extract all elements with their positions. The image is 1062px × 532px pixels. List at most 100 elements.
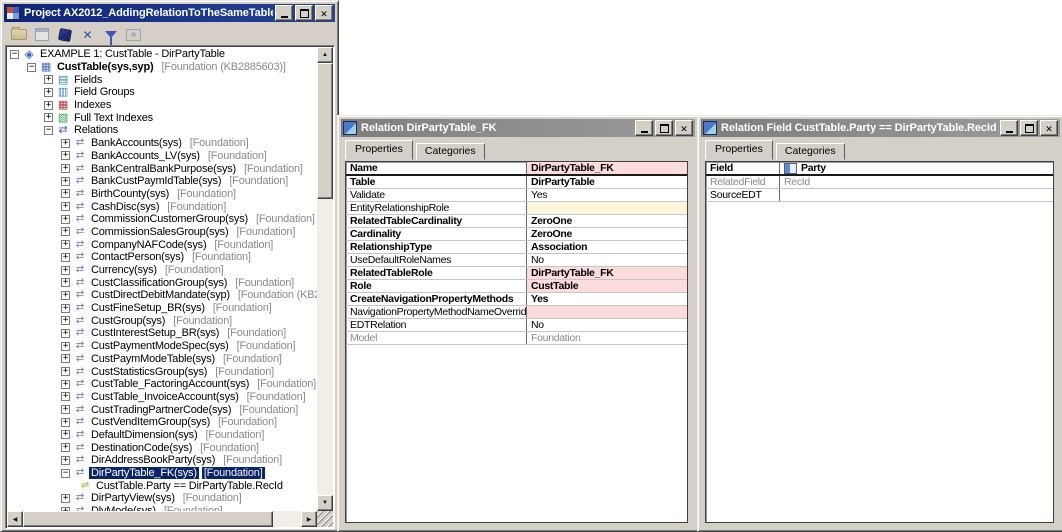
tree-item-label[interactable]: Fields [72,74,104,86]
tree-item[interactable]: +⇄DirPartyView(sys)[Foundation] [8,492,317,505]
tree-item-label[interactable]: CustTable.Party == DirPartyTable.RecId [94,480,285,492]
tree-item[interactable]: +▤Fields [8,73,317,86]
expand-toggle[interactable]: + [61,367,70,376]
resize-grip[interactable] [317,511,333,527]
property-value[interactable]: Yes [527,293,687,305]
tree-item-label[interactable]: BankCustPaymIdTable(sys) [89,175,223,187]
property-value[interactable] [527,306,687,318]
tree-item-label[interactable]: CustInterestSetup_BR(sys) [89,327,221,339]
tree-item-label[interactable]: Relations [72,124,120,136]
tree-item-label[interactable]: CashDisc(sys) [89,201,161,213]
tree-item[interactable]: +⇄CustDirectDebitMandate(syp)[Foundation… [8,289,317,302]
tree-item-label[interactable]: CustStatisticsGroup(sys) [89,366,209,378]
tree-item[interactable]: +▧Full Text Indexes [8,111,317,124]
expand-toggle[interactable]: − [44,126,53,135]
tree-item-label[interactable]: CustPaymentModeSpec(sys) [89,340,231,352]
expand-toggle[interactable]: + [61,151,70,160]
tree-item-label[interactable]: Currency(sys) [89,264,159,276]
tree-item[interactable]: +⇄BankAccounts_LV(sys)[Foundation] [8,150,317,163]
tab-categories[interactable]: Categories [416,143,485,160]
tree-item[interactable]: +⇄CustClassificationGroup(sys)[Foundatio… [8,276,317,289]
vertical-scrollbar[interactable]: ▲ ▼ [317,47,333,511]
expand-toggle[interactable]: + [44,113,53,122]
property-value[interactable] [780,189,1053,201]
expand-toggle[interactable]: + [61,329,70,338]
tree-item-label[interactable]: CustDirectDebitMandate(syp) [89,289,232,301]
image-button[interactable] [123,25,144,44]
expand-toggle[interactable]: + [61,227,70,236]
expand-toggle[interactable]: + [44,88,53,97]
expand-toggle[interactable]: + [61,304,70,313]
expand-toggle[interactable]: + [61,202,70,211]
tree-item-label[interactable]: BankAccounts(sys) [89,137,184,149]
expand-toggle[interactable]: + [61,443,70,452]
tree-item-label[interactable]: CustTradingPartnerCode(sys) [89,404,233,416]
tree-item-label[interactable]: CustVendItemGroup(sys) [89,416,212,428]
new-window-button[interactable] [31,25,52,44]
tree-item-label[interactable]: DefaultDimension(sys) [89,429,199,441]
tree-item-label[interactable]: BirthCounty(sys) [89,188,171,200]
expand-toggle[interactable]: + [44,101,53,110]
tree-item-label[interactable]: Indexes [72,99,113,111]
expand-toggle[interactable]: + [61,291,70,300]
tree-item[interactable]: +⇄CustStatisticsGroup(sys)[Foundation] [8,365,317,378]
scroll-left-button[interactable]: ◀ [7,511,23,527]
expand-toggle[interactable]: + [61,164,70,173]
tree-item[interactable]: −⇄Relations [8,124,317,137]
close-button[interactable]: ✕ [315,5,333,21]
close-button[interactable]: ✕ [675,120,693,136]
tree-item[interactable]: +⇄CustPaymModeTable(sys)[Foundation] [8,353,317,366]
expand-toggle[interactable]: + [61,456,70,465]
tree-item[interactable]: +⇄CustVendItemGroup(sys)[Foundation] [8,416,317,429]
scroll-down-button[interactable]: ▼ [317,495,333,511]
property-value[interactable]: ZeroOne [527,215,687,227]
expand-toggle[interactable]: + [61,240,70,249]
minimize-button[interactable] [275,5,293,21]
close-button[interactable]: ✕ [1040,120,1058,136]
expand-toggle[interactable]: − [27,63,36,72]
tab-properties[interactable]: Properties [705,140,773,160]
expand-toggle[interactable]: + [44,75,53,84]
tab-categories[interactable]: Categories [776,143,845,160]
scroll-up-button[interactable]: ▲ [317,47,333,63]
vertical-scroll-thumb[interactable] [317,63,333,199]
expand-toggle[interactable]: + [61,278,70,287]
expand-toggle[interactable]: + [61,177,70,186]
horizontal-scrollbar[interactable]: ◀ ▶ [7,511,317,527]
tree-item[interactable]: +⇄BankCustPaymIdTable(sys)[Foundation] [8,175,317,188]
property-value[interactable]: RecId [780,176,1053,188]
tree-item-label[interactable]: CustTable_FactoringAccount(sys) [89,378,251,390]
tree-item[interactable]: +⇄BankAccounts(sys)[Foundation] [8,137,317,150]
expand-toggle[interactable]: + [61,392,70,401]
property-value[interactable]: Party [780,162,1053,174]
expand-toggle[interactable]: + [61,380,70,389]
tree-item[interactable]: +⇄CompanyNAFCode(sys)[Foundation] [8,238,317,251]
tree-item-label[interactable]: CustFineSetup_BR(sys) [89,302,207,314]
tree-item-label[interactable]: EXAMPLE 1: CustTable - DirPartyTable [38,48,227,60]
property-value[interactable]: ZeroOne [527,228,687,240]
tree-item-label[interactable]: CustGroup(sys) [89,315,167,327]
tree-item-label[interactable]: CommissionSalesGroup(sys) [89,226,230,238]
tree-item-label[interactable]: CustPaymModeTable(sys) [89,353,217,365]
tree-item[interactable]: +⇄Currency(sys)[Foundation] [8,264,317,277]
tree-item[interactable]: +⇄ContactPerson(sys)[Foundation] [8,251,317,264]
tree-item-label[interactable]: CustClassificationGroup(sys) [89,277,229,289]
property-value[interactable]: No [527,254,687,266]
filter-button[interactable] [100,25,121,44]
tree-item-label[interactable]: CompanyNAFCode(sys) [89,239,208,251]
expand-toggle[interactable]: − [61,469,70,478]
tree-item[interactable]: +⇄CustTable_FactoringAccount(sys)[Founda… [8,378,317,391]
maximize-button[interactable] [295,5,313,21]
minimize-button[interactable] [1000,120,1018,136]
minimize-button[interactable] [635,120,653,136]
horizontal-scroll-thumb[interactable] [23,511,273,527]
tree-item[interactable]: +▦Indexes [8,99,317,112]
tree-item-label[interactable]: DirPartyView(sys) [89,492,177,504]
maximize-button[interactable] [1020,120,1038,136]
tree-item[interactable]: +⇄CashDisc(sys)[Foundation] [8,200,317,213]
tree-item[interactable]: +⇄DefaultDimension(sys)[Foundation] [8,429,317,442]
property-value[interactable] [527,202,687,214]
expand-toggle[interactable]: + [61,430,70,439]
relation-window-titlebar[interactable]: Relation DirPartyTable_FK ✕ [341,119,695,137]
property-value[interactable]: DirPartyTable [527,176,687,188]
